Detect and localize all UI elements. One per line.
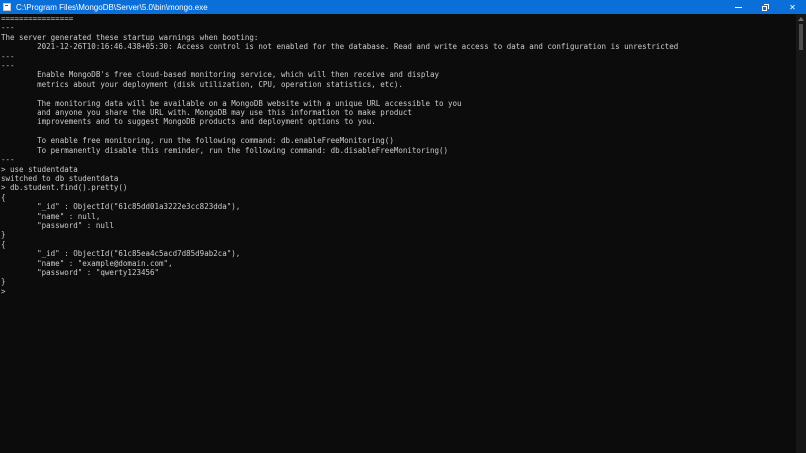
console-output[interactable]: ================ --- The server generated …	[0, 14, 796, 453]
console-line: {	[1, 192, 6, 202]
scroll-up-arrow-icon[interactable]	[798, 17, 804, 21]
console-line: "password" : null	[1, 220, 114, 230]
console-line: {	[1, 239, 6, 249]
console-line: and anyone you share the URL with. Mongo…	[1, 108, 412, 118]
restore-icon	[762, 3, 769, 11]
console-line: metrics about your deployment (disk util…	[1, 79, 403, 89]
window-controls: ✕	[725, 0, 806, 14]
console-line: > db.student.find().pretty()	[1, 183, 128, 193]
title-bar[interactable]: C:\Program Files\MongoDB\Server\5.0\bin\…	[0, 0, 806, 14]
console-line: ================	[1, 14, 74, 23]
maximize-button[interactable]	[752, 0, 779, 14]
close-button[interactable]: ✕	[779, 0, 806, 14]
console-line: "_id" : ObjectId("61c85ea4c5acd7d85d9ab2…	[1, 249, 241, 259]
console-text: ================ --- The server generated …	[0, 14, 796, 296]
console-line: ---	[1, 51, 15, 61]
console-line: 2021-12-26T10:16:46.438+05:30: Access co…	[1, 42, 679, 52]
console-line: switched to db studentdata	[1, 173, 119, 183]
console-app-icon[interactable]	[3, 3, 11, 11]
console-line: "name" : null,	[1, 211, 101, 221]
close-icon: ✕	[789, 2, 796, 12]
console-line: > use studentdata	[1, 164, 78, 174]
console-window: C:\Program Files\MongoDB\Server\5.0\bin\…	[0, 0, 806, 453]
console-line: improvements and to suggest MongoDB prod…	[1, 117, 376, 127]
minimize-icon	[735, 6, 742, 8]
scroll-thumb[interactable]	[799, 24, 803, 50]
console-line: }	[1, 277, 6, 287]
console-line: "name" : "example@domain.com",	[1, 258, 173, 268]
console-line: The server generated these startup warni…	[1, 32, 259, 42]
minimize-button[interactable]	[725, 0, 752, 14]
vertical-scrollbar[interactable]	[796, 14, 806, 453]
console-line: To enable free monitoring, run the follo…	[1, 136, 394, 146]
console-line: Enable MongoDB's free cloud-based monito…	[1, 70, 439, 80]
console-line: >	[1, 286, 6, 296]
console-line: ---	[1, 155, 15, 165]
console-line: "password" : "qwerty123456"	[1, 267, 160, 277]
console-line: }	[1, 230, 6, 240]
console-line: To permanently disable this reminder, ru…	[1, 145, 449, 155]
console-line: ---	[1, 61, 15, 71]
console-line: ---	[1, 23, 15, 33]
console-line: The monitoring data will be available on…	[1, 98, 462, 108]
window-title: C:\Program Files\MongoDB\Server\5.0\bin\…	[16, 2, 208, 12]
console-line: "_id" : ObjectId("61c85dd01a3222e3cc823d…	[1, 202, 241, 212]
